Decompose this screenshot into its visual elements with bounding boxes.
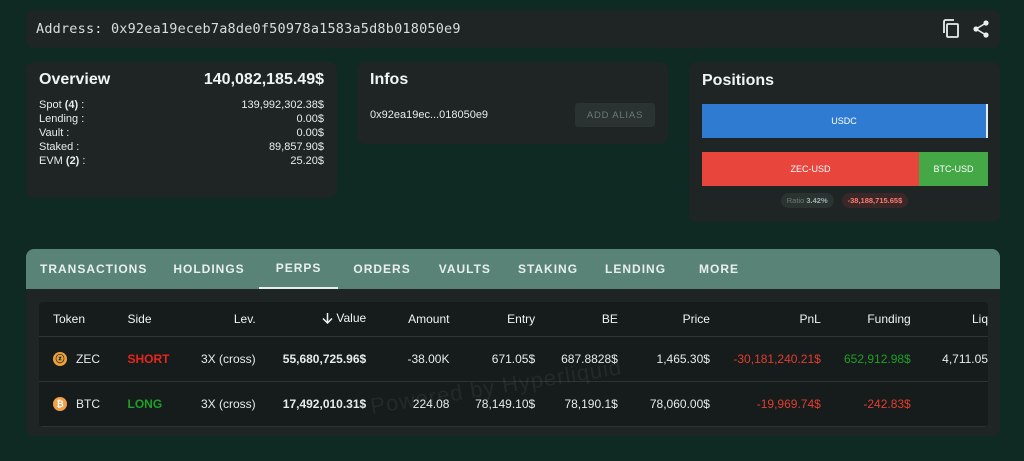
value-cell: 55,680,725.96$ (255, 336, 367, 382)
header-be[interactable]: BE (535, 302, 618, 337)
pnl-cell: -30,181,240.21$ (709, 336, 821, 382)
tab-bar: TRANSACTIONS HOLDINGS PERPS ORDERS VAULT… (26, 249, 1000, 289)
overview-suffix: : (79, 155, 86, 167)
address-text: Address: 0x92ea19eceb7a8de0f50978a1583a5… (36, 21, 461, 37)
tab-staking[interactable]: STAKING (504, 249, 592, 289)
amount-cell: -38.00K (366, 336, 450, 382)
table-row[interactable]: ₿ BTC LONG 3X (cross) 17,492,010.31$ 224.… (39, 381, 988, 427)
tab-vaults[interactable]: VAULTS (426, 249, 504, 289)
overview-suffix: : (78, 99, 85, 111)
header-funding[interactable]: Funding (820, 302, 911, 337)
overview-label: Vault : (39, 127, 70, 139)
overview-value: 0.00$ (296, 113, 324, 125)
infos-title: Infos (370, 71, 409, 88)
table-row[interactable]: ⓩ ZEC SHORT 3X (cross) 55,680,725.96$ -38… (39, 336, 988, 382)
overview-label: EVM (39, 155, 63, 167)
overview-count: (4) (64, 99, 79, 111)
positions-title: Positions (702, 72, 775, 89)
price-cell: 1,465.30$ (617, 336, 710, 382)
token-name: ZEC (76, 351, 100, 366)
overview-rows: Spot (4) : 139,992,302.38$ Lending : 0.0… (39, 98, 324, 168)
table-header-row: Token Side Lev. Value Amount Entry BE Pr… (39, 302, 988, 337)
overview-row-lending: Lending : 0.00$ (39, 112, 324, 126)
perps-table-container[interactable]: Token Side Lev. Value Amount Entry BE Pr… (39, 302, 988, 427)
zec-usd-bar[interactable]: ZEC-USD (702, 152, 919, 186)
liq-cell (910, 381, 988, 427)
header-value[interactable]: Value (255, 302, 367, 337)
short-address: 0x92ea19ec...018050e9 (370, 109, 489, 121)
overview-row-staked: Staked : 89,857.90$ (39, 140, 324, 154)
arrow-down-icon (322, 312, 333, 327)
tab-orders[interactable]: ORDERS (338, 249, 425, 289)
header-lev[interactable]: Lev. (186, 302, 256, 337)
side-cell: LONG (127, 381, 187, 427)
overview-card: Overview 140,082,185.49$ Spot (4) : 139,… (26, 62, 337, 198)
add-alias-button[interactable]: ADD ALIAS (575, 103, 655, 127)
be-cell: 78,190.1$ (535, 381, 618, 427)
overview-count: (2) (65, 155, 80, 167)
infos-card: Infos 0x92ea19ec...018050e9 ADD ALIAS (357, 62, 668, 144)
overview-value: 89,857.90$ (268, 141, 324, 153)
perps-table: Token Side Lev. Value Amount Entry BE Pr… (39, 302, 988, 427)
ratio-label: Ratio (786, 196, 805, 205)
overview-row-spot: Spot (4) : 139,992,302.38$ (39, 98, 324, 112)
address-bar: Address: 0x92ea19eceb7a8de0f50978a1583a5… (26, 10, 1000, 48)
overview-label: Staked : (39, 141, 80, 153)
zec-coin-icon: ⓩ (53, 351, 67, 366)
header-amount[interactable]: Amount (366, 302, 450, 337)
header-pnl[interactable]: PnL (709, 302, 821, 337)
header-entry[interactable]: Entry (449, 302, 536, 337)
header-token[interactable]: Token (39, 302, 128, 337)
funding-cell: -242.83$ (820, 381, 911, 427)
overview-row-vault: Vault : 0.00$ (39, 126, 324, 140)
header-value-label: Value (336, 310, 367, 325)
share-icon[interactable] (972, 19, 990, 39)
ratio-value: 3.42% (806, 196, 828, 205)
details-panel: TRANSACTIONS HOLDINGS PERPS ORDERS VAULT… (26, 249, 1000, 436)
price-cell: 78,060.00$ (617, 381, 710, 427)
positions-card: Positions USDC ZEC-USD BTC-USD Ratio 3.4… (689, 62, 1000, 222)
tab-lending[interactable]: LENDING (592, 249, 685, 289)
leverage-cell: 3X (cross) (186, 336, 256, 382)
entry-cell: 671.05$ (449, 336, 536, 382)
overview-row-evm: EVM (2) : 25.20$ (39, 154, 324, 168)
side-cell: SHORT (127, 336, 187, 382)
token-name: BTC (76, 396, 100, 411)
funding-cell: 652,912.98$ (820, 336, 911, 382)
pnl-chip: -38,188,715.65$ (841, 193, 909, 208)
header-price[interactable]: Price (617, 302, 710, 337)
pnl-cell: -19,969.74$ (709, 381, 821, 427)
address-actions (942, 19, 990, 39)
overview-total: 140,082,185.49$ (203, 71, 324, 88)
ratio-chip: Ratio 3.42% (780, 193, 834, 208)
amount-cell: 224.08 (366, 381, 450, 427)
entry-cell: 78,149.10$ (449, 381, 536, 427)
btc-usd-bar[interactable]: BTC-USD (919, 152, 988, 186)
tab-transactions[interactable]: TRANSACTIONS (28, 249, 161, 289)
liq-cell: 4,711.05 (910, 336, 988, 382)
overview-value: 25.20$ (290, 155, 324, 167)
tab-more[interactable]: MORE (685, 249, 753, 289)
leverage-cell: 3X (cross) (186, 381, 256, 427)
perps-bar: ZEC-USD BTC-USD (702, 152, 988, 186)
overview-title: Overview (39, 71, 111, 88)
btc-coin-icon: ₿ (53, 396, 67, 411)
header-liq[interactable]: Liq (910, 302, 988, 337)
overview-label: Spot (39, 99, 62, 111)
be-cell: 687.8828$ (535, 336, 618, 382)
header-side[interactable]: Side (127, 302, 187, 337)
tab-perps[interactable]: PERPS (258, 249, 339, 289)
copy-icon[interactable] (942, 19, 960, 39)
usdc-bar[interactable]: USDC (702, 104, 988, 138)
value-cell: 17,492,010.31$ (255, 381, 367, 427)
overview-label: Lending : (39, 113, 85, 125)
tab-holdings[interactable]: HOLDINGS (161, 249, 258, 289)
overview-value: 139,992,302.38$ (241, 99, 324, 111)
overview-value: 0.00$ (296, 127, 324, 139)
